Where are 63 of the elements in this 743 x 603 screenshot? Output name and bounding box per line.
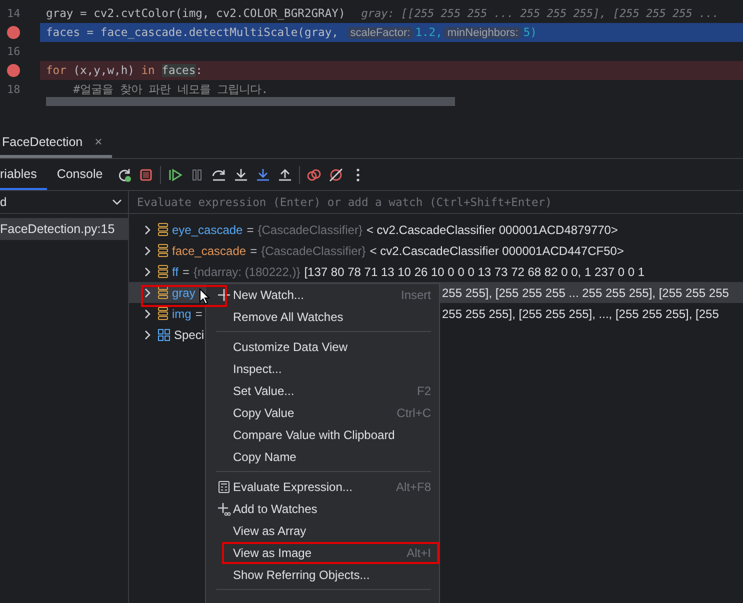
mouse-cursor-icon — [199, 288, 210, 305]
plus-icon — [217, 288, 231, 302]
panel-tab[interactable]: riables — [0, 159, 47, 190]
stack-icon — [158, 244, 168, 257]
menu-item[interactable]: View as Image Alt+I — [222, 542, 439, 564]
step-into-icon[interactable] — [254, 166, 271, 182]
step-out-icon[interactable] — [276, 166, 293, 182]
stack-icon — [158, 307, 168, 320]
code-line: #얼굴을 찾아 파란 네모를 그립니다. — [72, 82, 270, 98]
menu-item[interactable]: Copy Value Ctrl+C — [206, 402, 439, 424]
menu-item[interactable]: Copy Name — [206, 446, 439, 468]
stack-frame[interactable]: FaceDetection.py:15 — [0, 218, 128, 240]
chevron-down-icon — [112, 199, 122, 205]
variable-name[interactable]: eye_cascade — [172, 222, 243, 236]
debug-tab[interactable]: FaceDetection × — [0, 128, 112, 158]
equals-sign: = — [246, 222, 254, 236]
line-number: 14 — [7, 7, 20, 20]
breakpoint-icon[interactable] — [7, 26, 20, 39]
variable-type: {CascadeClassifier} — [261, 244, 366, 258]
line-number: 16 — [7, 45, 20, 58]
panel-tab[interactable]: Console — [46, 159, 113, 190]
variable-name[interactable]: Speci — [174, 328, 204, 342]
line-number: 18 — [7, 83, 20, 96]
equals-sign: = — [195, 306, 202, 320]
variable-name[interactable]: img — [172, 306, 192, 320]
menu-item[interactable]: Compare Value with Clipboard — [206, 424, 439, 446]
thread-dropdown[interactable]: d — [0, 191, 128, 214]
stop-icon[interactable] — [138, 166, 154, 182]
equals-sign: = — [250, 244, 258, 258]
breakpoints-icon[interactable] — [306, 166, 322, 182]
variable-name[interactable]: face_cascade — [172, 244, 246, 258]
variable-type: {ndarray: (180222,)} — [193, 264, 300, 278]
watch-field[interactable]: Evaluate expression (Enter) or add a watch (Ctrl+Shift+Enter) — [129, 191, 743, 213]
menu-item[interactable]: Show Referring Objects... — [206, 564, 439, 586]
grid-icon — [158, 328, 170, 340]
variable-value: 255 255 255], [255 255 255], ..., [255 255 255], [255 — [442, 306, 719, 320]
variable-value: < cv2.CascadeClassifier 000001ACD4879770> — [366, 222, 618, 236]
menu-item[interactable]: Inspect... — [206, 358, 439, 380]
variable-value: < cv2.CascadeClassifier 000001ACD447CF50> — [370, 244, 624, 258]
menu-item[interactable]: Remove All Watches — [206, 306, 439, 328]
variable-value: [137 80 78 71 13 10 26 10 0 0 0 13 73 72 68 82 0 0, 1 237 0 0 1 — [304, 264, 645, 278]
stack-icon — [158, 286, 168, 299]
menu-item[interactable]: Set Value... F2 — [206, 380, 439, 402]
scrollbar[interactable] — [46, 97, 455, 106]
menu-item[interactable]: Customize Data View — [206, 336, 439, 358]
variable-value: 255 255], [255 255 255 ... 255 255 255], [255 255 255 — [442, 286, 729, 300]
code-line: gray = cv2.cvtColor(img, cv2.COLOR_BGR2GRAY) gray: [[255 255 255 ... 255 255 255], [255 255 255 ... — [45, 6, 720, 22]
mute-breakpoints-icon[interactable] — [328, 166, 344, 182]
breakpoint-icon[interactable] — [7, 64, 20, 77]
menu-item[interactable]: Add to Watches — [206, 498, 439, 520]
stack-icon — [158, 223, 168, 236]
close-icon[interactable]: × — [94, 134, 102, 149]
resume-icon[interactable] — [166, 166, 183, 182]
variable-name[interactable]: gray — [172, 286, 196, 300]
equals-sign: = — [182, 264, 190, 278]
menu-item[interactable]: Evaluate Expression... Alt+F8 — [206, 476, 439, 498]
variable-type: {CascadeClassifier} — [258, 222, 362, 236]
step-into-icon[interactable] — [232, 166, 249, 182]
variable-name[interactable]: ff — [172, 264, 178, 278]
menu-item[interactable]: View as Array — [206, 520, 439, 542]
plus-glasses-icon — [217, 502, 231, 516]
stack-icon — [158, 265, 168, 278]
calculator-icon — [217, 480, 231, 494]
